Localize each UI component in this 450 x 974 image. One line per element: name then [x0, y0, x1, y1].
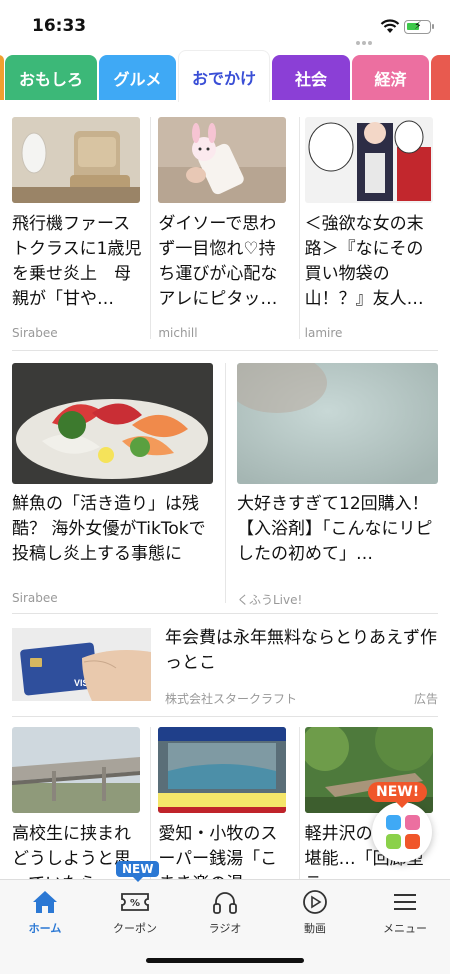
new-tag: NEW!: [368, 782, 428, 808]
tab-odekake[interactable]: おでかけ: [178, 50, 270, 102]
nav-label: クーポン: [113, 922, 157, 935]
article-card[interactable]: ダイソーで思わず一目惚れ♡持ち運びが心配なアレにピタッ… michill: [158, 117, 291, 340]
status-bar: 16:33 ⚡: [0, 0, 450, 64]
article-thumbnail: [304, 117, 433, 203]
category-tabs: おもしろ グルメ おでかけ 社会 経済: [0, 50, 450, 102]
row-divider: [12, 613, 438, 614]
home-indicator[interactable]: [146, 958, 304, 963]
ad-label: 広告: [413, 692, 438, 706]
ad-advertiser: 株式会社スタークラフト: [165, 692, 298, 706]
article-thumbnail: [158, 117, 287, 203]
nav-menu[interactable]: メニュー: [360, 888, 450, 936]
home-icon: [33, 891, 57, 913]
nav-video[interactable]: 動画: [270, 888, 360, 936]
nav-label: ホーム: [28, 922, 62, 935]
play-icon: [303, 890, 327, 914]
nav-label: 動画: [304, 922, 326, 935]
tab-keizai[interactable]: 経済: [352, 55, 429, 100]
article-card[interactable]: 飛行機ファーストクラスに1歳児を乗せ炎上 母親が「甘や… Sirabee: [12, 117, 145, 340]
article-card[interactable]: 鮮魚の「活き造り」は残酷？ 海外女優がTikTokで投稿し炎上する事態に Sir…: [12, 363, 213, 608]
article-source: michill: [158, 326, 198, 340]
battery-icon: ⚡: [404, 19, 434, 34]
article-title: 飛行機ファーストクラスに1歳児を乗せ炎上 母親が「甘や…: [12, 214, 142, 309]
row-divider: [12, 716, 438, 717]
status-time: 16:33: [32, 16, 87, 36]
article-card[interactable]: ＜強欲な女の末路＞『なにその買い物袋の山！？』友人… lamire: [304, 117, 438, 340]
article-card[interactable]: 大好きすぎて12回購入！【入浴剤】「こんなにリピしたの初めて」… くふうLive…: [237, 363, 438, 608]
svg-text:%: %: [130, 898, 140, 909]
article-source: くふうLive!: [237, 593, 303, 607]
article-thumbnail: [237, 363, 438, 484]
tab-edge-left[interactable]: [0, 55, 4, 100]
article-title: ダイソーで思わず一目惚れ♡持ち運びが心配なアレにピタッ…: [158, 214, 278, 309]
article-thumbnail: [12, 727, 140, 813]
menu-icon: [394, 894, 416, 910]
nav-radio[interactable]: ラジオ: [180, 888, 270, 936]
article-source: Sirabee: [12, 591, 58, 605]
article-row: 飛行機ファーストクラスに1歳児を乗せ炎上 母親が「甘や… Sirabee ダイソ…: [0, 117, 450, 340]
nav-coupon[interactable]: % クーポン: [90, 888, 180, 936]
article-thumbnail: [158, 727, 287, 813]
ad-thumbnail: VISA: [12, 628, 151, 701]
app-grid-icon: [386, 815, 420, 849]
ad-card[interactable]: VISA 年会費は永年無料ならとりあえず作っとこ 株式会社スタークラフト 広告: [12, 626, 438, 706]
coupon-new-badge: NEW: [116, 861, 160, 882]
row-divider: [12, 350, 438, 351]
article-thumbnail: [12, 363, 213, 484]
article-title: 大好きすぎて12回購入！【入浴剤】「こんなにリピしたの初めて」…: [237, 494, 433, 564]
ad-title: 年会費は永年無料ならとりあえず作っとこ: [165, 628, 437, 673]
signal-dots-icon: [356, 30, 378, 64]
nav-label: メニュー: [383, 922, 427, 935]
nav-home[interactable]: ホーム: [0, 888, 90, 936]
article-thumbnail: [12, 117, 140, 203]
tab-omoshiro[interactable]: おもしろ: [5, 55, 97, 100]
article-title: 鮮魚の「活き造り」は残酷？ 海外女優がTikTokで投稿し炎上する事態に: [12, 494, 206, 564]
coupon-icon: %: [121, 893, 149, 911]
tab-edge-right[interactable]: [431, 55, 450, 100]
headphones-icon: [213, 892, 237, 914]
tab-shakai[interactable]: 社会: [272, 55, 350, 100]
wifi-icon: [380, 19, 400, 33]
article-source: lamire: [304, 326, 343, 340]
article-source: Sirabee: [12, 326, 58, 340]
new-features-button[interactable]: NEW!: [368, 782, 432, 862]
article-row: 鮮魚の「活き造り」は残酷？ 海外女優がTikTokで投稿し炎上する事態に Sir…: [12, 363, 438, 608]
nav-label: ラジオ: [208, 922, 242, 935]
tab-gourmet[interactable]: グルメ: [99, 55, 176, 100]
article-title: ＜強欲な女の末路＞『なにその買い物袋の山！？』友人…: [304, 214, 424, 309]
